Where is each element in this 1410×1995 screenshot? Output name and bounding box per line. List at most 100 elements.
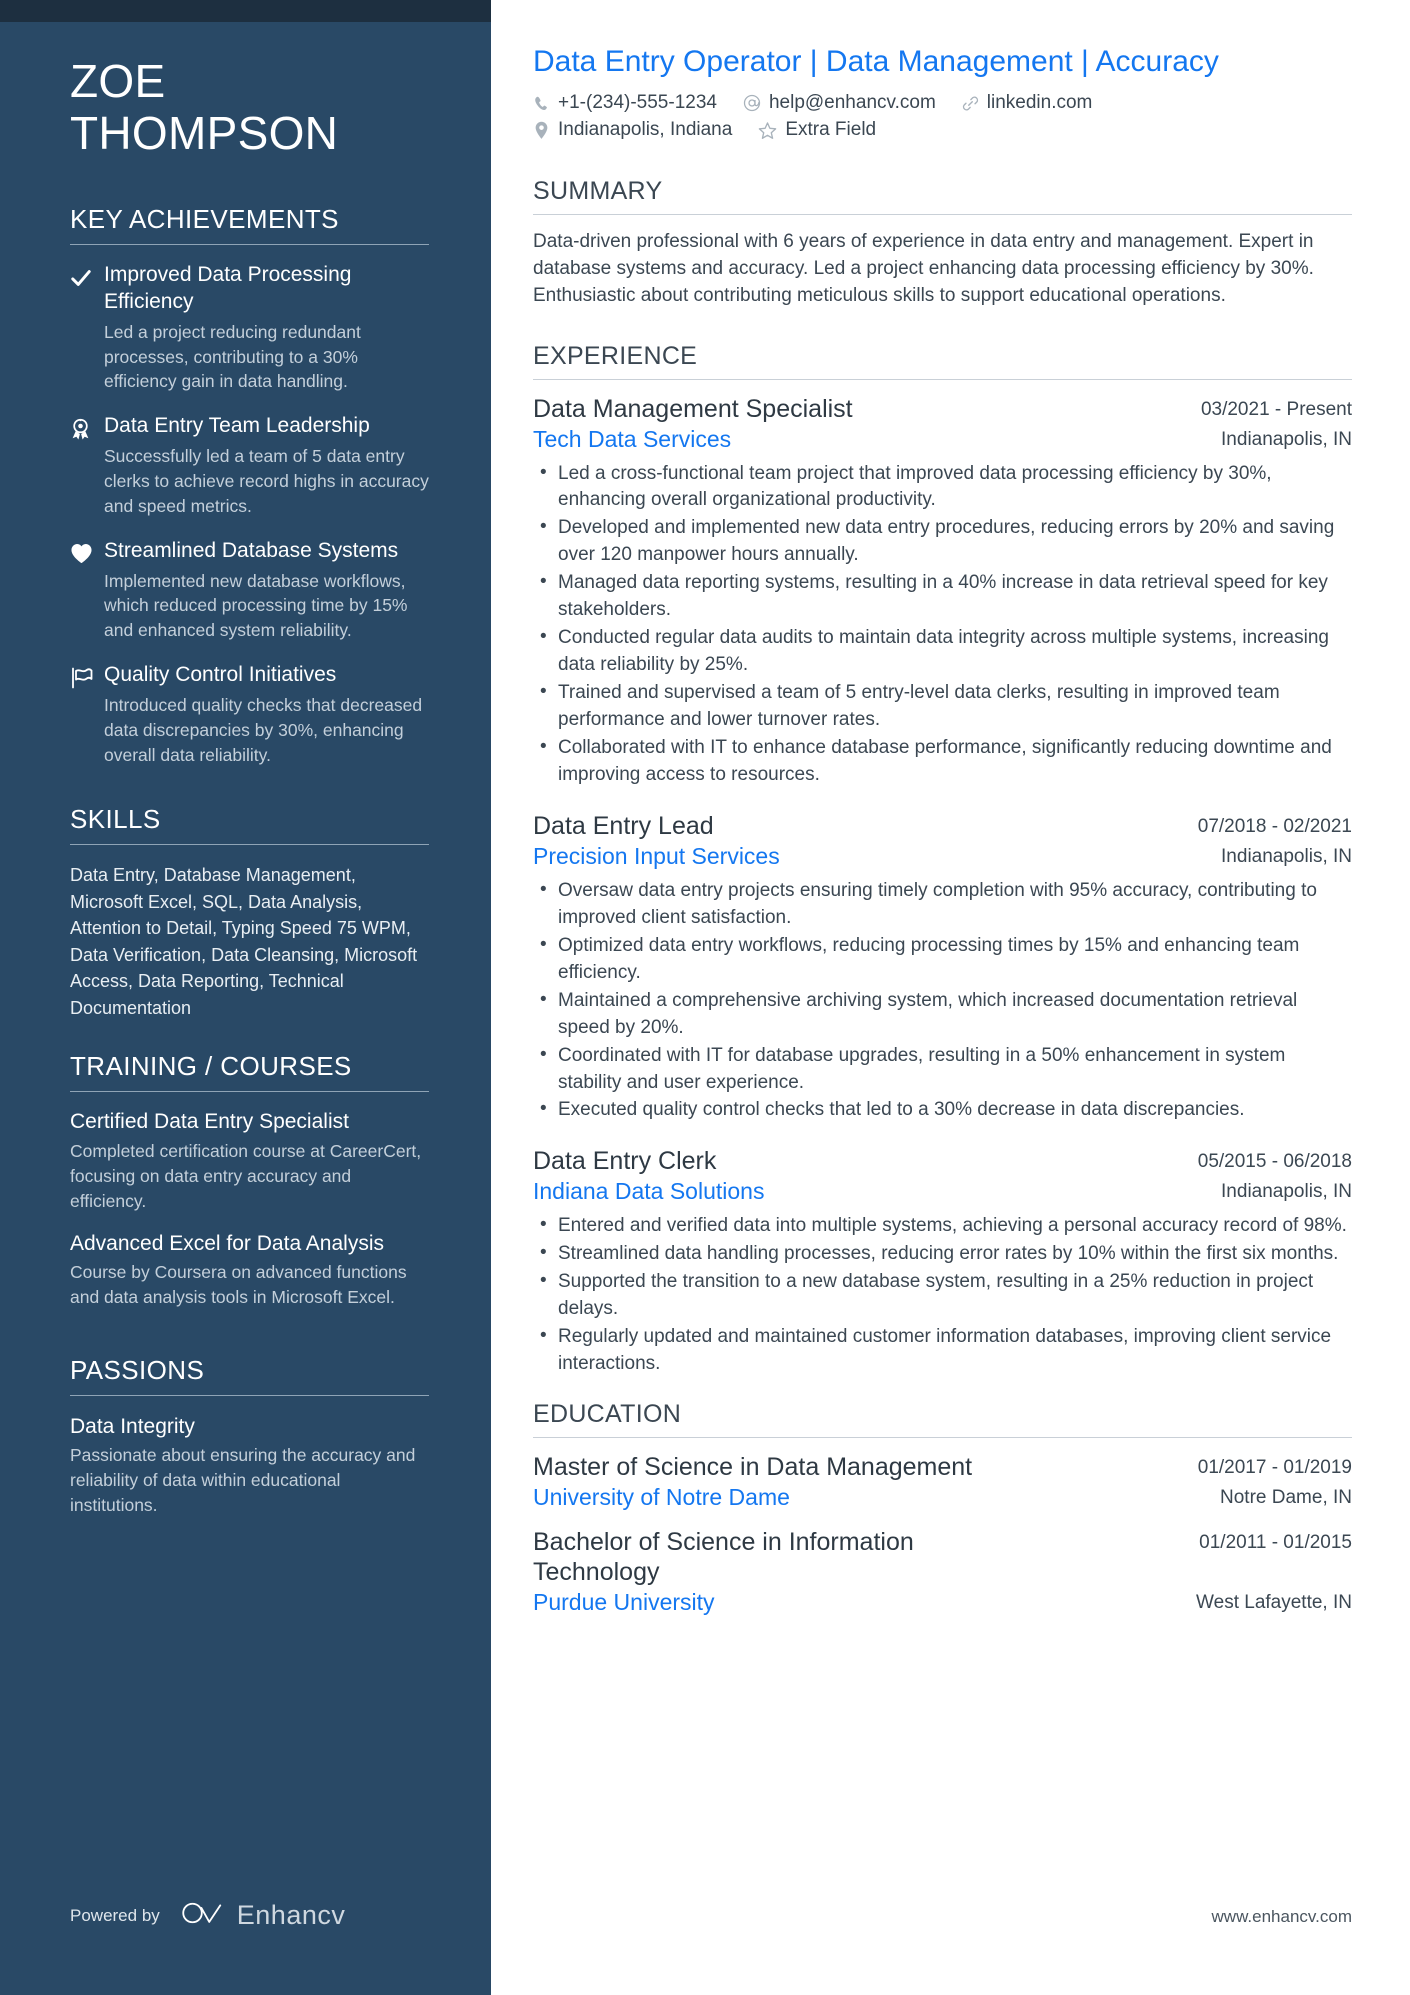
passion-title: Data Integrity (70, 1415, 195, 1439)
job-bullet: Supported the transition to a new databa… (533, 1268, 1352, 1323)
education-entry: Master of Science in Data Management 01/… (533, 1452, 1352, 1512)
divider (70, 243, 429, 245)
experience-entry: Data Entry Lead 07/2018 - 02/2021 Precis… (533, 811, 1352, 1124)
degree-dates: 01/2011 - 01/2015 (1199, 1532, 1352, 1554)
job-role: Data Management Specialist (533, 394, 853, 423)
job-role: Data Entry Lead (533, 812, 714, 841)
achievement-title: Improved Data Processing Efficiency (104, 262, 352, 313)
divider (70, 1395, 429, 1397)
experience-entry: Data Management Specialist 03/2021 - Pre… (533, 394, 1352, 789)
divider (70, 844, 429, 846)
achievement-title: Quality Control Initiatives (104, 663, 337, 687)
school-location: Notre Dame, IN (1220, 1486, 1352, 1508)
job-bullet: Maintained a comprehensive archiving sys… (533, 987, 1352, 1042)
experience-entry: Data Entry Clerk 05/2015 - 06/2018 India… (533, 1146, 1352, 1377)
resume-page: ZOE THOMPSON KEY ACHIEVEMENTS Improved D… (0, 0, 1410, 1995)
job-location: Indianapolis, IN (1221, 846, 1352, 868)
divider (533, 1436, 1352, 1438)
job-bullet: Executed quality control checks that led… (533, 1096, 1352, 1124)
contact-linkedin[interactable]: linkedin.com (962, 92, 1092, 114)
achievement-description: Led a project reducing redundant process… (104, 321, 361, 392)
job-bullet: Optimized data entry workflows, reducing… (533, 932, 1352, 987)
achievement-title: Streamlined Database Systems (104, 538, 399, 562)
job-location: Indianapolis, IN (1221, 1181, 1352, 1203)
award-ribbon-icon (70, 413, 104, 518)
contact-phone-text: +1-(234)-555-1234 (558, 92, 717, 113)
check-icon (70, 262, 104, 394)
job-location: Indianapolis, IN (1221, 428, 1352, 450)
job-bullets: Led a cross-functional team project that… (533, 460, 1352, 790)
achievement-item: Improved Data Processing Efficiency Led … (70, 262, 429, 394)
section-summary: SUMMARY Data-driven professional with 6 … (533, 177, 1352, 310)
achievement-item: Quality Control Initiatives Introduced q… (70, 662, 429, 767)
candidate-name: ZOE THOMPSON (70, 55, 429, 160)
contact-extra-field: Extra Field (758, 119, 876, 141)
course-item: Certified Data Entry Specialist Complete… (70, 1109, 429, 1213)
education-entry: Bachelor of Science in Information Techn… (533, 1527, 1352, 1617)
skills-heading: SKILLS (70, 804, 161, 835)
heart-icon (70, 538, 104, 643)
job-company[interactable]: Indiana Data Solutions (533, 1178, 764, 1206)
job-role: Data Entry Clerk (533, 1147, 717, 1176)
last-name: THOMPSON (70, 106, 339, 159)
contact-email[interactable]: help@enhancv.com (743, 92, 936, 114)
contact-phone[interactable]: +1-(234)-555-1234 (533, 92, 717, 114)
first-name: ZOE (70, 55, 166, 107)
main-content: Data Entry Operator | Data Management | … (491, 0, 1410, 1995)
job-bullets: Entered and verified data into multiple … (533, 1212, 1352, 1378)
passions-heading: PASSIONS (70, 1355, 205, 1386)
achievement-item: Data Entry Team Leadership Successfully … (70, 413, 429, 518)
job-bullet: Regularly updated and maintained custome… (533, 1323, 1352, 1378)
sidebar-footer: Powered by Enhancv (70, 1900, 345, 1931)
section-skills: SKILLS Data Entry, Database Management, … (70, 804, 429, 1021)
key-achievements-heading: KEY ACHIEVEMENTS (70, 203, 339, 234)
school-name[interactable]: Purdue University (533, 1589, 715, 1617)
location-pin-icon (533, 121, 550, 140)
contact-info: +1-(234)-555-1234 help@enhancv.com linke… (533, 92, 1352, 141)
job-bullet: Collaborated with IT to enhance database… (533, 734, 1352, 789)
link-icon (962, 95, 979, 112)
achievement-title: Data Entry Team Leadership (104, 414, 370, 438)
passion-description: Passionate about ensuring the accuracy a… (70, 1445, 416, 1516)
powered-by-label: Powered by (70, 1905, 160, 1925)
achievement-description: Introduced quality checks that decreased… (104, 694, 423, 765)
enhancv-wordmark: Enhancv (236, 1900, 346, 1930)
summary-text: Data-driven professional with 6 years of… (533, 231, 1314, 306)
divider (70, 1091, 429, 1093)
achievement-description: Successfully led a team of 5 data entry … (104, 446, 429, 516)
sidebar: ZOE THOMPSON KEY ACHIEVEMENTS Improved D… (0, 0, 491, 1995)
training-heading: TRAINING / COURSES (70, 1051, 352, 1082)
flag-icon (70, 662, 104, 767)
job-company[interactable]: Precision Input Services (533, 843, 780, 871)
job-company[interactable]: Tech Data Services (533, 426, 731, 454)
section-training-courses: TRAINING / COURSES Certified Data Entry … (70, 1051, 429, 1327)
contact-row-1: +1-(234)-555-1234 help@enhancv.com linke… (533, 92, 1352, 114)
divider (533, 214, 1352, 215)
job-bullets: Oversaw data entry projects ensuring tim… (533, 877, 1352, 1125)
section-experience: EXPERIENCE Data Management Specialist 03… (533, 342, 1352, 1378)
job-bullet: Trained and supervised a team of 5 entry… (533, 679, 1352, 734)
course-title: Certified Data Entry Specialist (70, 1110, 349, 1134)
course-title: Advanced Excel for Data Analysis (70, 1231, 384, 1255)
contact-extra-field-text: Extra Field (785, 119, 877, 140)
job-bullet: Streamlined data handling processes, red… (533, 1240, 1352, 1268)
achievement-item: Streamlined Database Systems Implemented… (70, 538, 429, 643)
summary-heading: SUMMARY (533, 177, 663, 205)
contact-row-2: Indianapolis, Indiana Extra Field (533, 119, 1352, 141)
degree-title: Bachelor of Science in Information Techn… (533, 1528, 914, 1587)
job-dates: 03/2021 - Present (1200, 398, 1352, 420)
job-bullet: Coordinated with IT for database upgrade… (533, 1042, 1352, 1097)
job-bullet: Managed data reporting systems, resultin… (533, 569, 1352, 624)
passion-item: Data Integrity Passionate about ensuring… (70, 1413, 429, 1518)
job-bullet: Conducted regular data audits to maintai… (533, 624, 1352, 679)
contact-location-text: Indianapolis, Indiana (558, 119, 733, 140)
contact-location: Indianapolis, Indiana (533, 119, 732, 141)
job-bullet: Developed and implemented new data entry… (533, 514, 1352, 569)
school-name[interactable]: University of Notre Dame (533, 1484, 790, 1512)
contact-email-text: help@enhancv.com (768, 92, 936, 113)
job-bullet: Entered and verified data into multiple … (533, 1212, 1352, 1240)
achievement-description: Implemented new database workflows, whic… (104, 570, 408, 641)
course-description: Completed certification course at Career… (70, 1141, 422, 1211)
skills-list: Data Entry, Database Management, Microso… (70, 865, 418, 1018)
job-dates: 07/2018 - 02/2021 (1197, 816, 1352, 838)
